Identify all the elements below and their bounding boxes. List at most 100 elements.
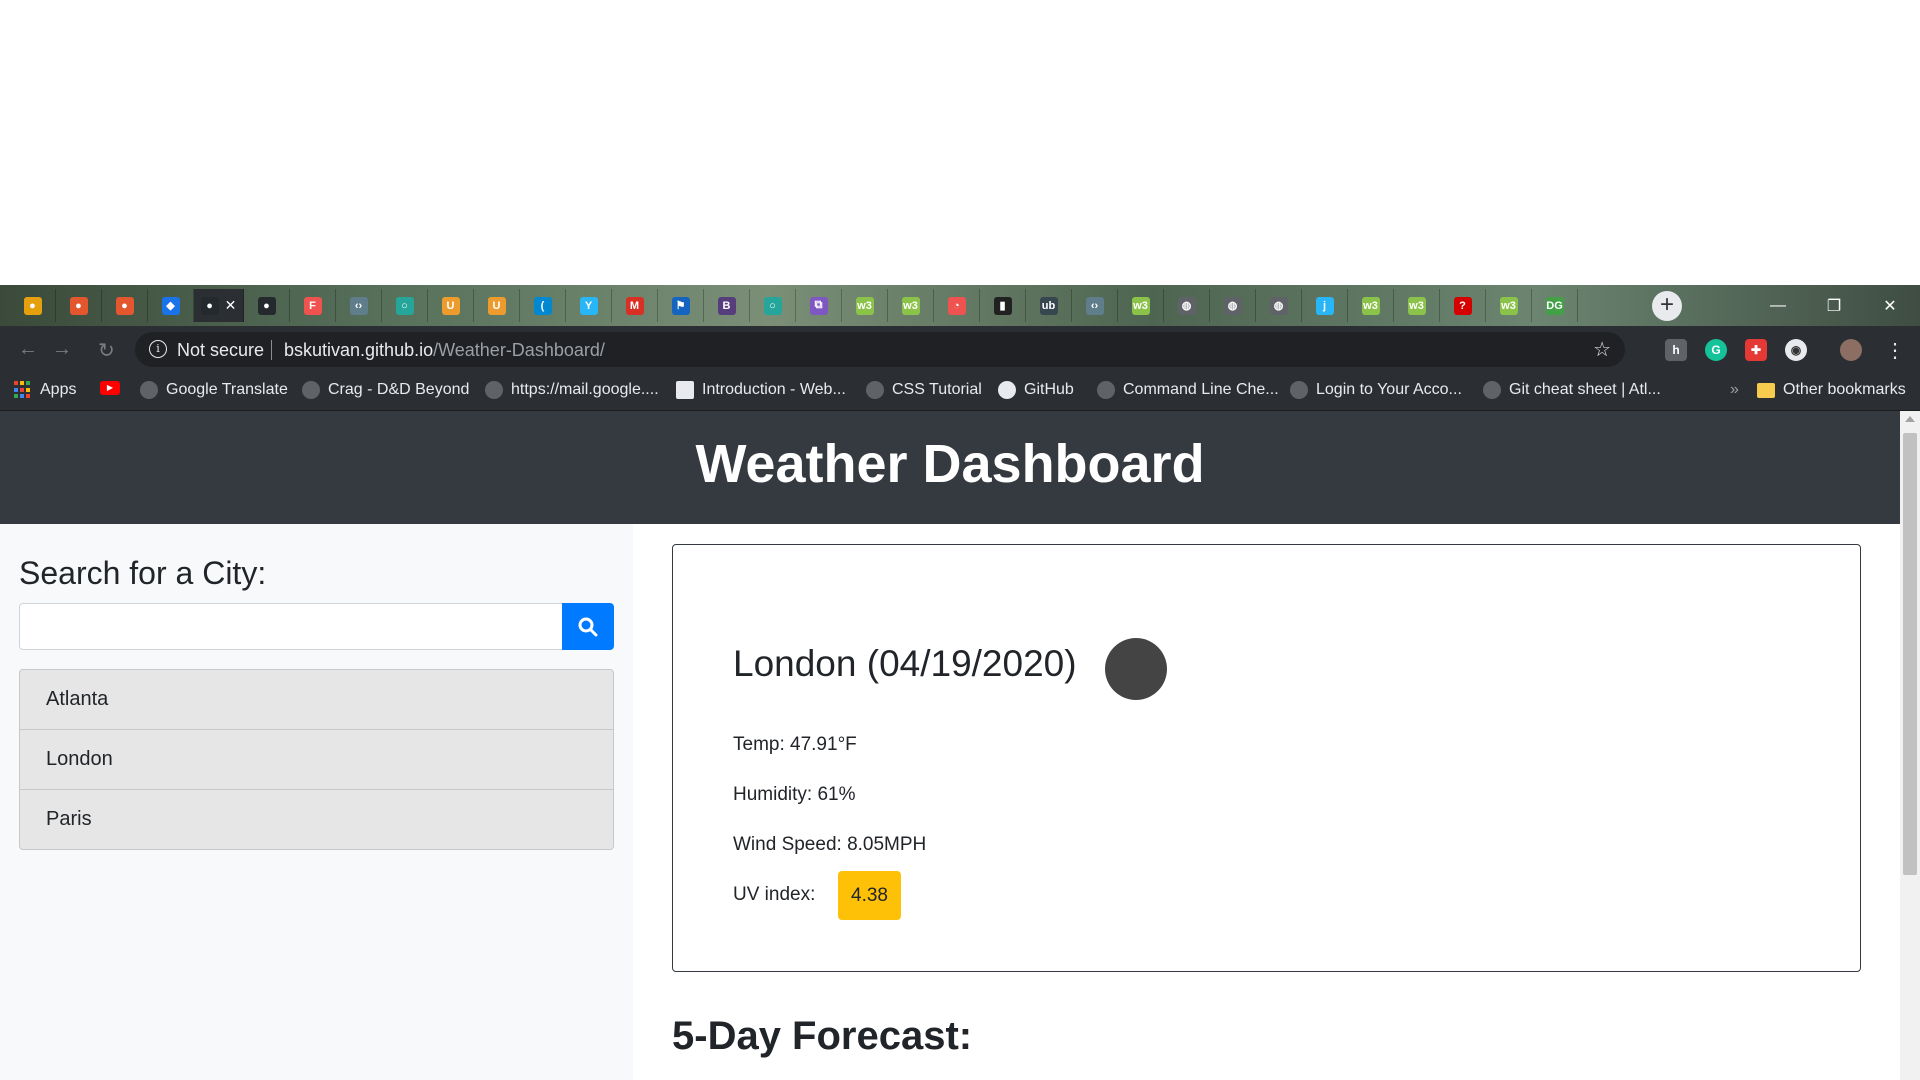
browser-tab[interactable]: U bbox=[474, 289, 520, 322]
globe-icon bbox=[302, 381, 320, 399]
red-circle-icon: ● bbox=[69, 296, 88, 315]
bookmark-item[interactable]: Login to Your Acco... bbox=[1290, 381, 1462, 399]
search-button[interactable] bbox=[562, 603, 614, 650]
city-list-item[interactable]: Atlanta bbox=[19, 669, 614, 730]
cap-icon: ◆ bbox=[161, 296, 180, 315]
close-window-button[interactable]: ✕ bbox=[1862, 285, 1918, 326]
browser-toolbar: ← → ↻ i Not secure bskutivan.github.io/W… bbox=[0, 326, 1920, 373]
udemy-icon: U bbox=[487, 296, 506, 315]
city-list-item[interactable]: Paris bbox=[19, 789, 614, 850]
browser-tab[interactable]: ⚑ bbox=[658, 289, 704, 322]
browser-tab[interactable]: ◆ bbox=[148, 289, 194, 322]
browser-tab[interactable]: ◔ bbox=[934, 289, 980, 322]
search-icon bbox=[578, 617, 598, 636]
browser-tab[interactable]: ◍ bbox=[1164, 289, 1210, 322]
browser-tab[interactable]: U bbox=[428, 289, 474, 322]
security-label[interactable]: Not secure bbox=[177, 340, 264, 361]
browser-tab[interactable]: ▮ bbox=[980, 289, 1026, 322]
bookmarks-overflow-button[interactable]: » bbox=[1730, 381, 1739, 399]
browser-tab[interactable]: ( bbox=[520, 289, 566, 322]
browser-tab[interactable]: ● ✕ bbox=[194, 289, 244, 322]
browser-tab[interactable]: DG bbox=[1532, 289, 1578, 322]
bookmark-star-icon[interactable]: ☆ bbox=[1593, 337, 1611, 362]
bookmark-item[interactable]: Crag - D&D Beyond bbox=[302, 381, 469, 399]
scrollbar-thumb[interactable] bbox=[1903, 433, 1917, 875]
page-header: Weather Dashboard bbox=[0, 411, 1900, 524]
browser-tab[interactable]: w3 bbox=[842, 289, 888, 322]
extension-white-icon[interactable]: ◉ bbox=[1785, 339, 1807, 361]
city-search-input[interactable] bbox=[19, 603, 563, 650]
browser-tab[interactable]: w3 bbox=[1348, 289, 1394, 322]
city-list-item[interactable]: London bbox=[19, 729, 614, 790]
browser-tab[interactable]: w3 bbox=[888, 289, 934, 322]
browser-tab[interactable]: ub bbox=[1026, 289, 1072, 322]
page-scrollbar[interactable] bbox=[1900, 411, 1920, 1080]
browser-tab[interactable]: w3 bbox=[1394, 289, 1440, 322]
globe-icon bbox=[1290, 381, 1308, 399]
browser-tab[interactable]: ● bbox=[102, 289, 148, 322]
globe-icon bbox=[485, 381, 503, 399]
browser-tab[interactable]: F bbox=[290, 289, 336, 322]
code-icon: ‹› bbox=[349, 296, 368, 315]
browser-tab[interactable]: ◍ bbox=[1210, 289, 1256, 322]
bookmark-label: Introduction - Web... bbox=[702, 381, 846, 398]
back-icon[interactable]: ← bbox=[18, 338, 38, 361]
browser-tab[interactable]: B bbox=[704, 289, 750, 322]
bookmark-item[interactable]: Git cheat sheet | Atl... bbox=[1483, 381, 1661, 399]
browser-tab[interactable]: ◍ bbox=[1256, 289, 1302, 322]
info-icon[interactable]: i bbox=[149, 340, 167, 358]
temperature-text: Temp: 47.91°F bbox=[733, 734, 857, 755]
f-icon: F bbox=[303, 296, 322, 315]
ub-icon: ub bbox=[1039, 296, 1058, 315]
gmail-icon: M bbox=[625, 296, 644, 315]
scroll-up-icon[interactable] bbox=[1905, 416, 1915, 422]
w3-icon: w3 bbox=[901, 296, 920, 315]
browser-tab[interactable]: ○ bbox=[750, 289, 796, 322]
youtube-icon: ▶ bbox=[100, 381, 120, 395]
browser-tab[interactable]: Y bbox=[566, 289, 612, 322]
close-tab-icon[interactable]: ✕ bbox=[225, 297, 237, 314]
blank-area bbox=[0, 0, 1920, 285]
extension-red-icon[interactable]: ✚ bbox=[1745, 339, 1767, 361]
browser-tab[interactable]: w3 bbox=[1118, 289, 1164, 322]
search-heading: Search for a City: bbox=[19, 555, 267, 591]
other-bookmarks-folder[interactable]: Other bookmarks bbox=[1757, 381, 1906, 399]
wave-icon: ( bbox=[533, 296, 552, 315]
bookmark-item[interactable]: Google Translate bbox=[140, 381, 288, 399]
browser-tab[interactable]: ‹› bbox=[336, 289, 382, 322]
bookmark-item[interactable]: ▶ bbox=[100, 381, 120, 395]
url-text[interactable]: bskutivan.github.io/Weather-Dashboard/ bbox=[284, 340, 605, 361]
address-bar[interactable]: i Not secure bskutivan.github.io/Weather… bbox=[135, 332, 1625, 367]
bookmark-item[interactable]: GitHub bbox=[998, 381, 1074, 399]
humidity-text: Humidity: 61% bbox=[733, 784, 856, 805]
browser-tab[interactable]: w3 bbox=[1486, 289, 1532, 322]
bookmark-item[interactable]: Introduction - Web... bbox=[676, 381, 846, 399]
forward-icon[interactable]: → bbox=[52, 338, 72, 361]
browser-tab[interactable]: j bbox=[1302, 289, 1348, 322]
browser-tab[interactable]: ● bbox=[10, 289, 56, 322]
menu-icon[interactable]: ⋮ bbox=[1885, 338, 1905, 363]
bookmark-label: Login to Your Acco... bbox=[1316, 381, 1462, 398]
globe-icon: ◍ bbox=[1177, 296, 1196, 315]
browser-tab[interactable]: ⧉ bbox=[796, 289, 842, 322]
minimize-button[interactable]: — bbox=[1750, 285, 1806, 326]
browser-tab[interactable]: M bbox=[612, 289, 658, 322]
browser-tab[interactable]: ○ bbox=[382, 289, 428, 322]
extension-h-icon[interactable]: h bbox=[1665, 339, 1687, 361]
new-tab-button[interactable]: + bbox=[1652, 291, 1682, 321]
profile-avatar[interactable] bbox=[1840, 339, 1862, 361]
browser-tab[interactable]: ● bbox=[56, 289, 102, 322]
browser-tab[interactable]: ● bbox=[244, 289, 290, 322]
browser-tab[interactable]: ‹› bbox=[1072, 289, 1118, 322]
browser-tab[interactable]: ? bbox=[1440, 289, 1486, 322]
url-path: /Weather-Dashboard/ bbox=[433, 340, 605, 360]
bootstrap-icon: B bbox=[717, 296, 736, 315]
bookmark-item[interactable]: CSS Tutorial bbox=[866, 381, 982, 399]
reload-icon[interactable]: ↻ bbox=[98, 338, 115, 363]
w3-icon: w3 bbox=[1407, 296, 1426, 315]
bookmark-item[interactable]: Command Line Che... bbox=[1097, 381, 1279, 399]
bookmark-item[interactable]: Apps bbox=[14, 381, 76, 399]
grammarly-icon[interactable]: G bbox=[1705, 339, 1727, 361]
bookmark-item[interactable]: https://mail.google.... bbox=[485, 381, 659, 399]
maximize-button[interactable]: ❐ bbox=[1806, 285, 1862, 326]
